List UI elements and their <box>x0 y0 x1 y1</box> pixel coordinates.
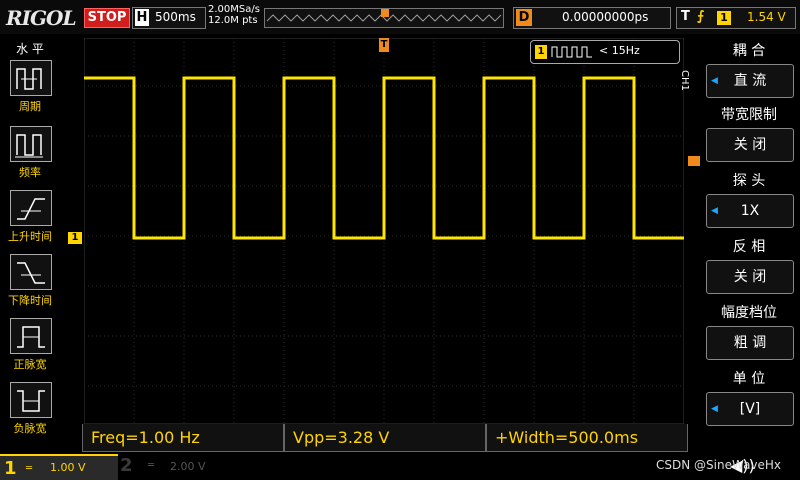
trigger-level-marker[interactable] <box>688 156 700 166</box>
negative-width-button[interactable] <box>10 382 52 418</box>
cycle-arrow-icon: ◀ <box>711 76 718 86</box>
waveform-display[interactable] <box>84 38 684 424</box>
menu-header-0: 耦 合 <box>704 40 794 62</box>
measurement-frequency[interactable]: Freq=1.00 Hz <box>82 424 284 452</box>
trigger-box[interactable]: T ⨍ 1 1.54 V <box>676 7 796 29</box>
cycle-arrow-icon: ◀ <box>711 404 718 414</box>
ch2-scale: 2.00 V <box>170 460 206 473</box>
trigger-position-top-marker[interactable]: T <box>379 38 389 52</box>
watermark: CSDN @SineWaveHx <box>656 458 782 472</box>
ch2-coupling-icon: ═ <box>148 460 155 471</box>
run-stop-indicator[interactable]: STOP <box>84 8 130 28</box>
period-button[interactable] <box>10 60 52 96</box>
memory-overview-waveform <box>266 9 502 22</box>
rise-time-button[interactable] <box>10 190 52 226</box>
rise-time-icon <box>17 198 45 220</box>
frequency-icon <box>15 134 43 158</box>
sample-info: 2.00MSa/s 12.0M pts <box>208 4 260 26</box>
menu-option-value: 粗 调 <box>733 335 767 351</box>
menu-header-3: 反 相 <box>704 236 794 258</box>
menu-header-4: 幅度档位 <box>704 302 794 324</box>
trigger-position-marker <box>381 9 389 17</box>
trigger-source-badge: 1 <box>717 11 731 25</box>
positive-width-button[interactable] <box>10 318 52 354</box>
menu-option-value: [V] <box>739 401 761 417</box>
menu-option-value: 关 闭 <box>733 269 767 285</box>
menu-header-1: 带宽限制 <box>704 104 794 126</box>
rising-edge-icon: ⨍ <box>697 9 705 24</box>
menu-header-2: 探 头 <box>704 170 794 192</box>
ch2-number: 2 <box>120 455 133 476</box>
horizontal-timebase-box[interactable]: H 500ms <box>132 7 206 29</box>
memory-depth: 12.0M pts <box>208 15 258 26</box>
sample-rate: 2.00MSa/s <box>208 4 260 15</box>
top-status-bar: RIGOL STOP H 500ms 2.00MSa/s 12.0M pts D… <box>0 0 800 34</box>
frequency-counter-box: 1 < 15Hz <box>530 40 680 64</box>
period-icon <box>16 68 42 90</box>
fall-time-button[interactable] <box>10 254 52 290</box>
positive-width-icon <box>17 326 45 348</box>
delay-value: 0.00000000ps <box>562 10 649 24</box>
counter-channel-badge: 1 <box>535 45 547 59</box>
menu-option-3[interactable]: 关 闭 <box>706 260 794 294</box>
menu-header-5: 单 位 <box>704 368 794 390</box>
rise-time-label: 上升时间 <box>8 230 52 243</box>
cycle-arrow-icon: ◀ <box>711 206 718 216</box>
rigol-logo: RIGOL <box>6 6 77 30</box>
measurement-vpp[interactable]: Vpp=3.28 V <box>284 424 486 452</box>
channel-tag: CH1 <box>679 70 690 91</box>
ch1-scale: 1.00 V <box>50 461 86 474</box>
delay-box[interactable]: D 0.00000000ps <box>513 7 671 29</box>
delay-key: D <box>516 9 532 26</box>
frequency-label: 频率 <box>19 166 41 179</box>
trigger-key: T <box>681 9 690 24</box>
frequency-button[interactable] <box>10 126 52 162</box>
menu-option-2[interactable]: ◀ 1X <box>706 194 794 228</box>
memory-overview-bar[interactable] <box>264 8 504 28</box>
menu-option-value: 直 流 <box>733 73 767 89</box>
menu-option-value: 1X <box>740 203 760 219</box>
menu-option-value: 关 闭 <box>733 137 767 153</box>
trigger-level: 1.54 V <box>747 10 786 24</box>
fall-time-label: 下降时间 <box>8 294 52 307</box>
menu-option-4[interactable]: 粗 调 <box>706 326 794 360</box>
fall-time-icon <box>17 262 45 284</box>
menu-option-5[interactable]: ◀ [V] <box>706 392 794 426</box>
ch1-offset-marker[interactable]: 1 <box>68 232 82 244</box>
negative-width-icon <box>17 390 45 412</box>
square-wave-icon <box>551 46 592 58</box>
horizontal-key: H <box>135 9 149 26</box>
positive-width-label: 正脉宽 <box>13 358 47 371</box>
dc-coupling-icon: ═ <box>26 463 33 474</box>
period-label: 周期 <box>19 100 41 113</box>
left-menu-title: 水 平 <box>16 42 44 56</box>
counter-value: < 15Hz <box>599 44 640 57</box>
ch1-status[interactable]: 1 ═ 1.00 V <box>0 454 118 480</box>
negative-width-label: 负脉宽 <box>13 422 47 435</box>
measurement-positive-width[interactable]: +Width=500.0ms <box>486 424 688 452</box>
ch1-number: 1 <box>4 458 17 479</box>
menu-option-0[interactable]: ◀ 直 流 <box>706 64 794 98</box>
timebase-value: 500ms <box>155 10 196 24</box>
menu-option-1[interactable]: 关 闭 <box>706 128 794 162</box>
